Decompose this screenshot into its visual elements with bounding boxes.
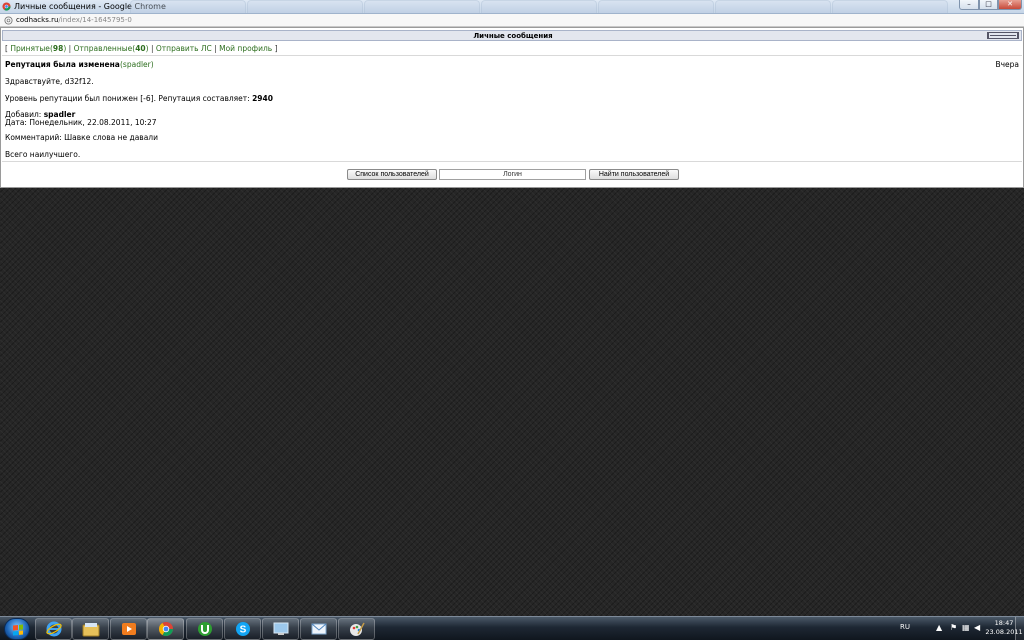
nav-sent-label: Отправленные <box>73 44 133 53</box>
background-tab <box>364 0 480 13</box>
background-tab <box>130 0 246 13</box>
start-button[interactable] <box>4 618 30 640</box>
background-tab <box>715 0 831 13</box>
reputation-value: 2940 <box>252 94 273 103</box>
nav-bracket-open: [ <box>5 44 8 53</box>
url-path: /index/14-1645795-0 <box>58 16 132 24</box>
taskbar-button-explorer[interactable] <box>72 618 109 640</box>
volume-icon[interactable]: ◀ <box>974 624 982 632</box>
nav-link-send-pm[interactable]: Отправить ЛС <box>156 44 212 53</box>
windows-logo-icon <box>13 624 23 636</box>
user-list-button[interactable]: Список пользователей <box>347 169 437 180</box>
nav-sent-count: 40 <box>135 44 146 53</box>
maximize-button[interactable]: □ <box>979 0 998 10</box>
divider <box>2 55 1022 56</box>
background-tab <box>481 0 597 13</box>
taskbar-button-chrome[interactable] <box>147 618 184 640</box>
remote-desktop-icon <box>273 622 288 635</box>
taskbar-button-media-player[interactable] <box>110 618 147 640</box>
nav-link-my-profile[interactable]: Мой профиль <box>219 44 272 53</box>
taskbar-button-remote-desktop[interactable] <box>262 618 299 640</box>
svg-text:S: S <box>239 625 246 636</box>
show-hidden-icons-icon[interactable]: ▲ <box>936 624 944 632</box>
divider <box>2 161 1022 162</box>
message-sender-link[interactable]: (spadler) <box>120 60 154 69</box>
url-text[interactable]: codhacks.ru/index/14-1645795-0 <box>16 16 132 24</box>
message-subject: Репутация была изменена <box>5 60 120 69</box>
message-date: Вчера <box>995 60 1019 69</box>
action-center-flag-icon[interactable]: ⚑ <box>950 624 958 632</box>
media-player-icon <box>121 623 136 635</box>
background-tab <box>598 0 714 13</box>
network-icon[interactable]: ▦ <box>962 624 970 632</box>
address-bar[interactable]: codhacks.ru/index/14-1645795-0 <box>0 14 1024 27</box>
taskbar: S RU ▲ ⚑ ▦ ◀ 18:47 23.08.2011 <box>0 616 1024 640</box>
pm-header: Личные сообщения <box>2 30 1022 41</box>
background-tab <box>832 0 948 13</box>
taskbar-button-skype[interactable]: S <box>224 618 261 640</box>
taskbar-button-utorrent[interactable] <box>186 618 223 640</box>
minimize-button[interactable]: – <box>959 0 979 10</box>
window-title-bar[interactable]: Личные сообщения - Google Chrome – □ ✕ <box>0 0 1024 14</box>
reputation-text: Уровень репутации был понижен [-6]. Репу… <box>5 94 250 103</box>
message-reputation-line: Уровень репутации был понижен [-6]. Репу… <box>5 94 273 103</box>
paint-icon <box>349 622 365 636</box>
nav-separator: | <box>150 44 154 53</box>
message-closing: Всего наилучшего. <box>5 150 81 159</box>
message-comment: Комментарий: Шавке слова не давали <box>5 133 158 142</box>
chrome-icon <box>158 622 173 636</box>
collapse-icon[interactable] <box>987 32 1019 39</box>
mail-icon <box>311 623 326 635</box>
login-search-input[interactable] <box>439 169 586 180</box>
file-explorer-icon <box>82 623 99 637</box>
internet-explorer-icon <box>45 621 62 637</box>
nav-separator: | <box>214 44 217 53</box>
nav-link-inbox[interactable]: Принятые(98) <box>10 44 66 53</box>
pm-nav: [ Принятые(98) | Отправленные(40) | Отпр… <box>5 44 278 53</box>
find-users-button[interactable]: Найти пользователей <box>589 169 679 180</box>
nav-separator: | <box>68 44 72 53</box>
taskbar-button-paint[interactable] <box>338 618 375 640</box>
nav-inbox-label: Принятые <box>10 44 50 53</box>
nav-inbox-count: 98 <box>52 44 64 53</box>
page-title: Личные сообщения <box>473 32 553 40</box>
taskbar-button-ie[interactable] <box>35 618 72 640</box>
background-tabs <box>130 0 950 13</box>
language-indicator[interactable]: RU <box>900 623 910 631</box>
message-date-line: Дата: Понедельник, 22.08.2011, 10:27 <box>5 118 157 127</box>
show-desktop-button[interactable] <box>1015 617 1024 640</box>
url-host: codhacks.ru <box>16 16 59 24</box>
page-content: Личные сообщения [ Принятые(98) | Отправ… <box>0 27 1024 188</box>
close-button[interactable]: ✕ <box>998 0 1022 10</box>
message-greeting: Здравствуйте, d32f12. <box>5 77 94 86</box>
nav-link-sent[interactable]: Отправленные(40) <box>74 44 149 53</box>
globe-icon <box>4 16 13 25</box>
skype-icon: S <box>235 622 250 636</box>
nav-bracket-close: ] <box>274 44 278 53</box>
utorrent-icon <box>197 622 212 636</box>
background-tab <box>247 0 363 13</box>
system-tray: RU ▲ ⚑ ▦ ◀ 18:47 23.08.2011 <box>874 617 1024 640</box>
chrome-icon <box>2 2 11 11</box>
taskbar-button-mail[interactable] <box>300 618 337 640</box>
